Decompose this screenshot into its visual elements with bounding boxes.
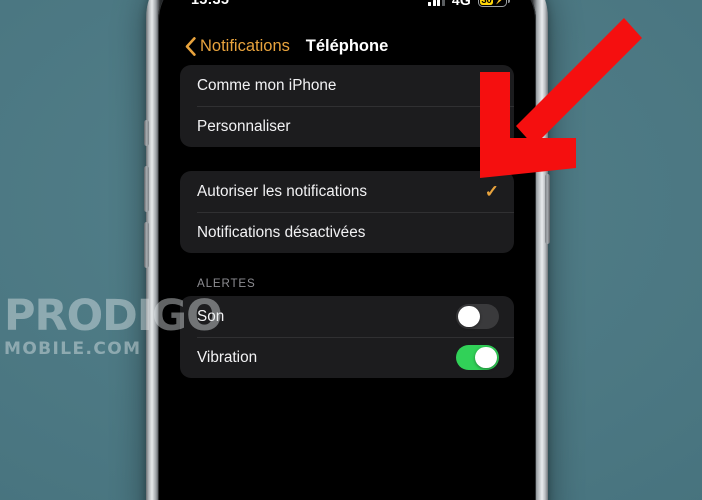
navigation-bar: Notifications Téléphone	[161, 27, 533, 65]
side-power-button[interactable]	[545, 174, 550, 244]
son-toggle[interactable]	[456, 303, 499, 330]
mute-switch-button[interactable]	[144, 120, 149, 146]
back-button-label: Notifications	[200, 36, 290, 55]
checkmark-icon: ✓	[484, 182, 499, 201]
row-label: Comme mon iPhone	[197, 76, 337, 94]
row-vibration[interactable]: Vibration	[180, 337, 514, 378]
row-label: Autoriser les notifications	[197, 182, 368, 200]
row-son[interactable]: Son	[180, 296, 514, 337]
row-autoriser-les-notifications[interactable]: Autoriser les notifications ✓	[180, 171, 514, 212]
style-group: Comme mon iPhone Personnaliser ✓	[180, 65, 514, 147]
toggle-knob	[475, 346, 498, 369]
notifications-group: Autoriser les notifications ✓ Notificati…	[180, 171, 514, 253]
row-comme-mon-iphone[interactable]: Comme mon iPhone	[180, 65, 514, 106]
iphone-device: 15:35 4G 30 ⚡ Notifications Téléphone	[144, 0, 550, 500]
alertes-section-header: ALERTES	[197, 277, 256, 290]
volume-up-button[interactable]	[144, 166, 149, 212]
battery-percent-label: 30	[480, 0, 493, 6]
network-type-label: 4G	[451, 0, 471, 8]
row-label: Notifications désactivées	[197, 223, 366, 241]
battery-icon: 30 ⚡	[478, 0, 510, 7]
phone-screen: 15:35 4G 30 ⚡ Notifications Téléphone	[161, 0, 533, 500]
signal-bars-icon	[428, 0, 445, 6]
volume-down-button[interactable]	[144, 222, 149, 268]
checkmark-icon: ✓	[484, 117, 499, 136]
row-label: Vibration	[197, 348, 258, 366]
status-bar: 15:35 4G 30 ⚡	[161, 0, 533, 15]
chevron-left-icon	[185, 36, 196, 56]
back-to-notifications-button[interactable]: Notifications	[185, 37, 290, 56]
charge-bolt-icon: ⚡	[494, 0, 507, 5]
row-label: Personnaliser	[197, 117, 291, 135]
toggle-knob	[457, 305, 480, 328]
status-bar-clock: 15:35	[191, 0, 230, 8]
row-label: Son	[197, 307, 225, 325]
row-personnaliser[interactable]: Personnaliser ✓	[180, 106, 514, 147]
status-bar-indicators: 4G 30 ⚡	[428, 0, 510, 8]
row-notifications-desactivees[interactable]: Notifications désactivées	[180, 212, 514, 253]
vibration-toggle[interactable]	[456, 344, 499, 371]
alertes-group: Son Vibration	[180, 296, 514, 378]
settings-list: Comme mon iPhone Personnaliser ✓ Autoris…	[161, 65, 533, 500]
